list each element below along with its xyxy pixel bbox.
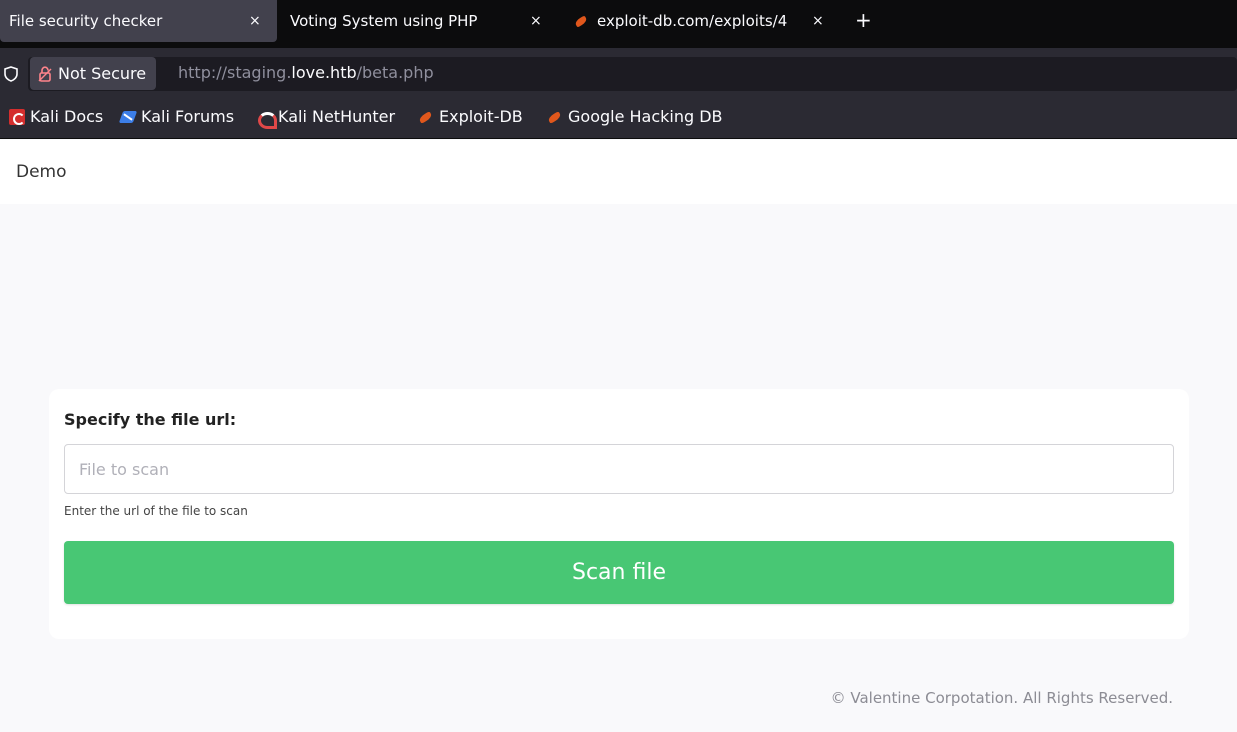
tab-strip: File security checker × Voting System us… (0, 0, 1237, 48)
shield-icon[interactable] (4, 66, 18, 82)
tab-exploit-db[interactable]: exploit-db.com/exploits/4 × (556, 0, 846, 42)
help-text: Enter the url of the file to scan (64, 504, 248, 518)
url-path: /beta.php (356, 63, 434, 82)
bookmark-label: Kali NetHunter (278, 107, 396, 126)
bookmark-kali-nethunter[interactable]: Kali NetHunter (257, 107, 396, 129)
bookmarks-toolbar: Kali Docs Kali Forums Kali NetHunter Exp… (0, 94, 1237, 139)
new-tab-icon[interactable]: + (855, 10, 872, 30)
bookmark-kali-docs[interactable]: Kali Docs (9, 107, 103, 126)
close-icon[interactable]: × (812, 13, 824, 29)
top-navbar: Demo (0, 140, 1237, 204)
tab-voting-system[interactable]: Voting System using PHP × (277, 0, 556, 42)
exploit-db-icon (418, 109, 434, 125)
scan-form-card: Specify the file url: Enter the url of t… (49, 389, 1189, 639)
page-content: Demo Specify the file url: Enter the url… (0, 140, 1237, 732)
bookmark-label: Kali Forums (141, 107, 235, 126)
scan-file-button[interactable]: Scan file (64, 541, 1174, 604)
close-icon[interactable]: × (530, 13, 542, 29)
kali-docs-icon (9, 108, 25, 125)
exploit-db-icon (547, 109, 563, 125)
tab-title: Voting System using PHP (290, 12, 478, 30)
footer-copyright: © Valentine Corpotation. All Rights Rese… (830, 689, 1173, 707)
exploit-db-icon (575, 16, 589, 26)
broken-lock-icon (38, 65, 52, 82)
bookmark-kali-forums[interactable]: Kali Forums (120, 107, 234, 126)
kali-nethunter-icon (257, 109, 277, 129)
kali-forums-icon (120, 109, 136, 125)
close-icon[interactable]: × (249, 13, 261, 29)
bookmark-google-hacking-db[interactable]: Google Hacking DB (547, 107, 723, 126)
tab-file-security-checker[interactable]: File security checker × (0, 0, 277, 42)
not-secure-label: Not Secure (58, 64, 147, 83)
bookmark-label: Kali Docs (30, 107, 104, 126)
url-host: love.htb (291, 63, 357, 82)
navbar-brand[interactable]: Demo (16, 162, 67, 182)
bookmark-exploit-db[interactable]: Exploit-DB (418, 107, 523, 126)
tab-title: exploit-db.com/exploits/4 (597, 12, 788, 30)
not-secure-badge[interactable]: Not Secure (30, 57, 157, 90)
bookmark-label: Google Hacking DB (568, 107, 723, 126)
url-scheme: http://staging. (178, 63, 292, 82)
file-url-label: Specify the file url: (64, 410, 237, 429)
tab-title: File security checker (9, 12, 163, 30)
bookmark-label: Exploit-DB (439, 107, 523, 126)
url-text[interactable]: http://staging.love.htb/beta.php (178, 63, 434, 82)
file-url-input[interactable] (64, 444, 1174, 494)
